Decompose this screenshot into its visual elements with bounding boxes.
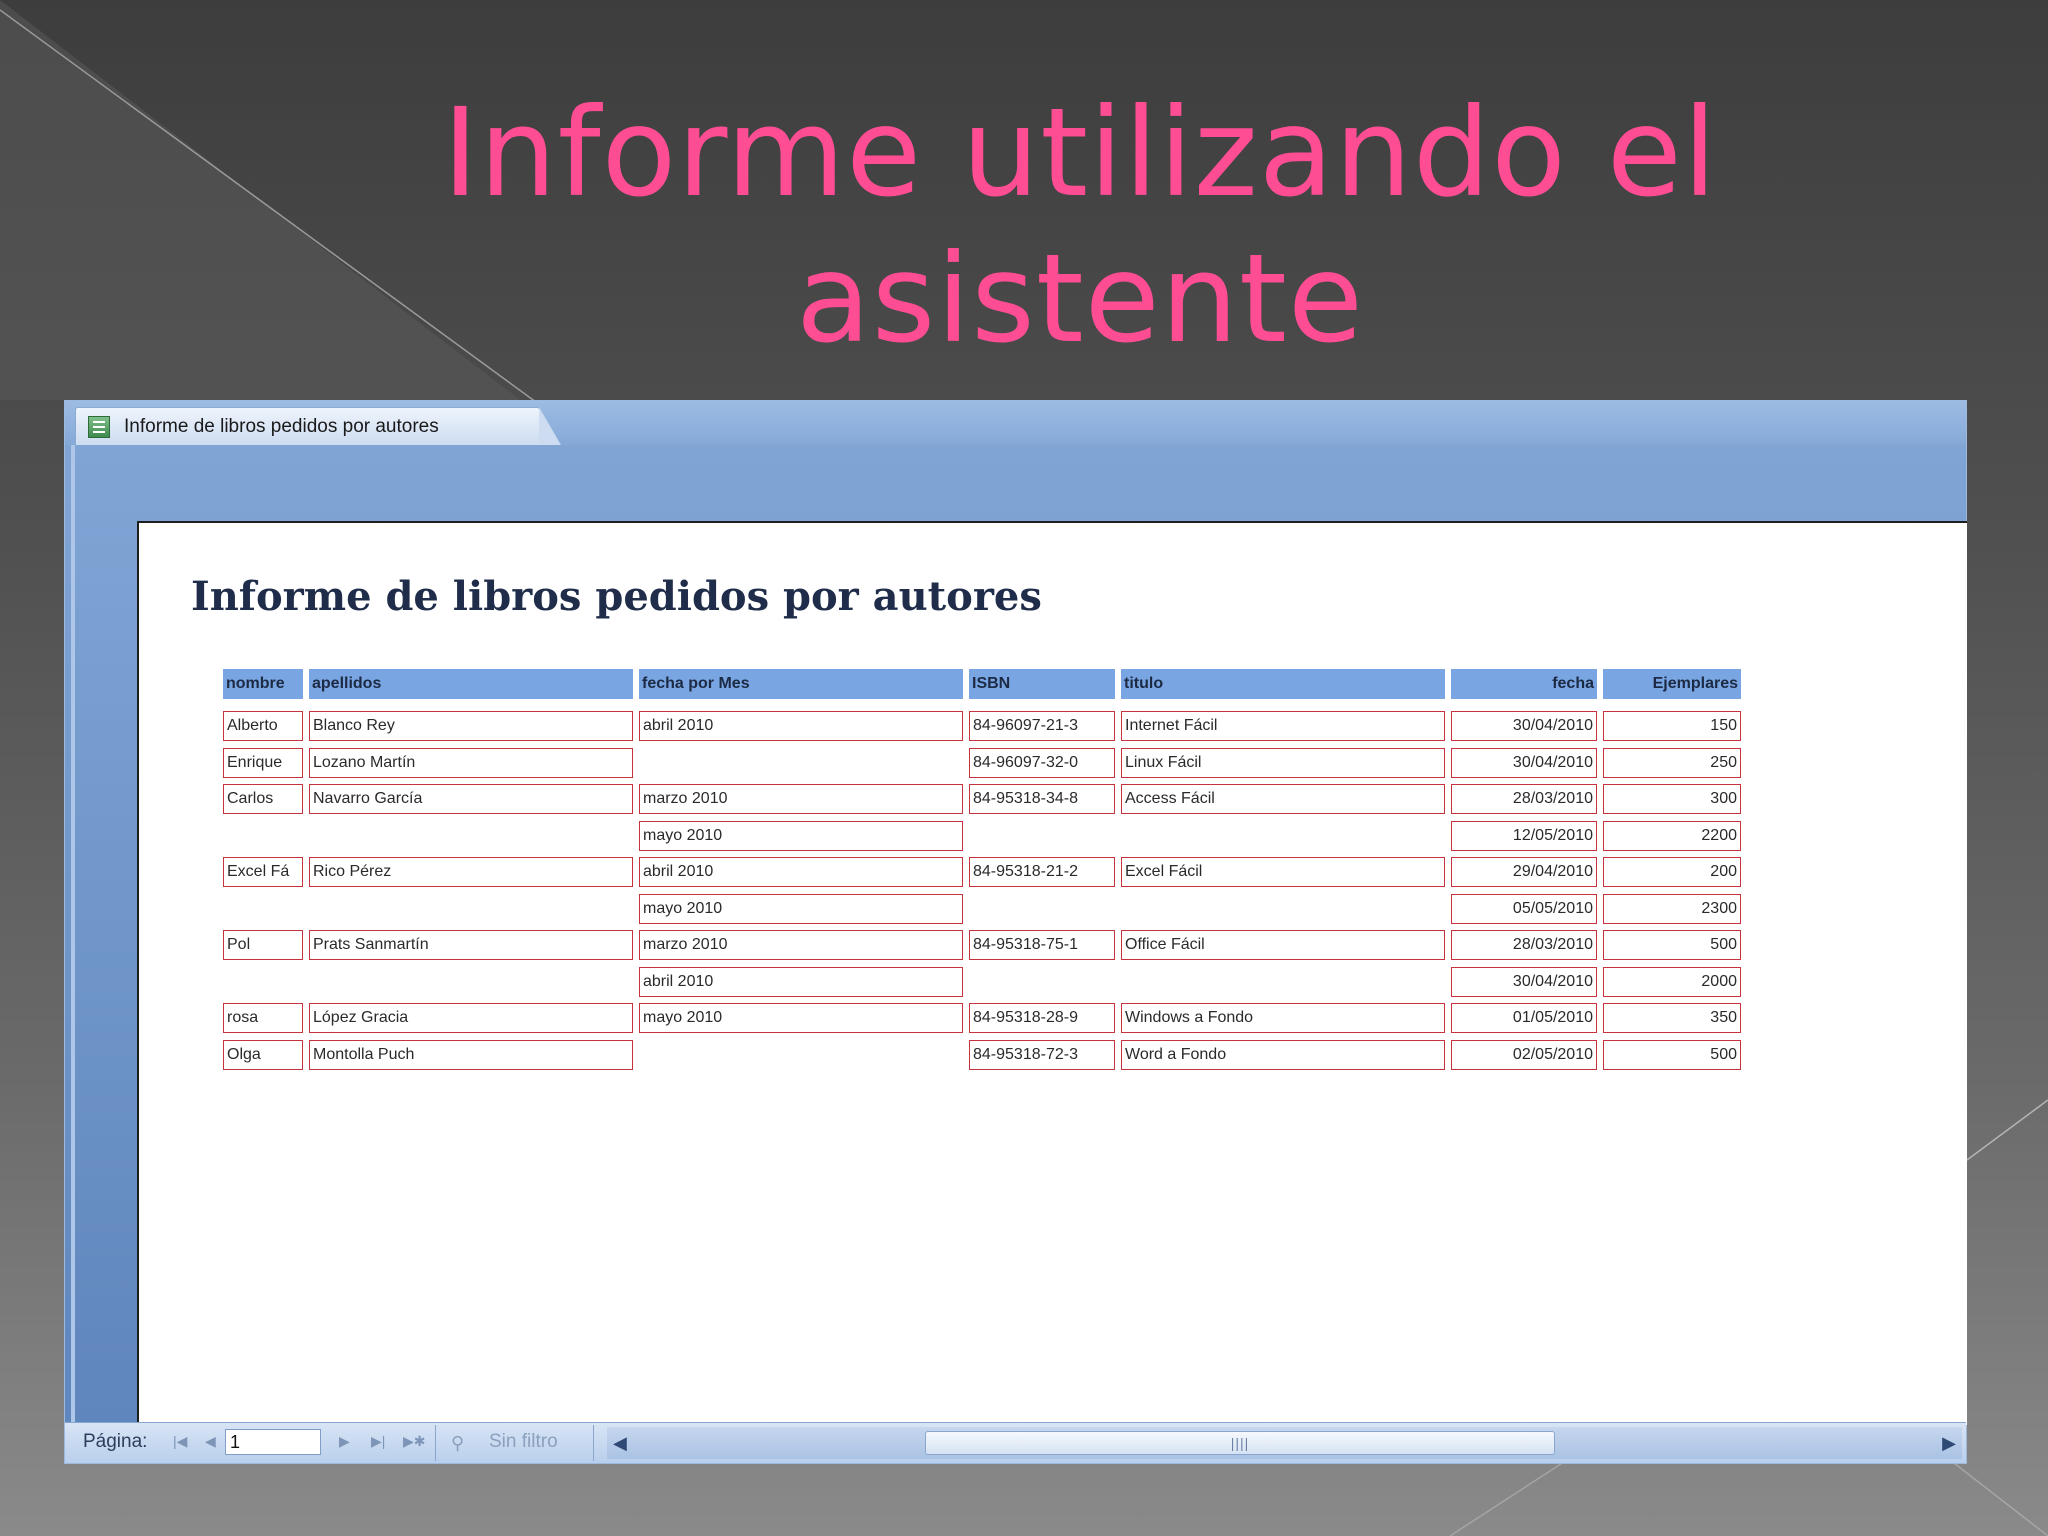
slide-title-line1: Informe utilizando el <box>442 82 1718 224</box>
left-edge-strip <box>71 445 75 1425</box>
record-navigation-bar: Página: |◀ ◀ 1 ▶ ▶| ▶✱ ⚲ Sin filtro ◀ ||… <box>65 1422 1966 1463</box>
new-record-icon[interactable]: ▶✱ <box>403 1433 426 1450</box>
column-header-isbn: ISBN <box>969 669 1115 699</box>
horizontal-scrollbar[interactable]: ◀ |||| ▶ <box>607 1427 1962 1459</box>
cell-mes: marzo 2010 <box>639 930 963 960</box>
next-page-icon[interactable]: ▶ <box>339 1433 350 1450</box>
column-header-ejemplares: Ejemplares <box>1603 669 1741 699</box>
cell-isbn: 84-95318-72-3 <box>969 1039 1115 1070</box>
cell-apellidos: Rico Pérez <box>309 857 633 887</box>
cell-titulo: Word a Fondo <box>1121 1039 1445 1070</box>
cell-ejemplares: 350 <box>1603 1003 1741 1033</box>
cell-nombre: Enrique <box>223 747 303 778</box>
cell-nombre: rosa <box>223 1003 303 1033</box>
cell-titulo: Excel Fácil <box>1121 857 1445 887</box>
page-number-input[interactable]: 1 <box>225 1429 321 1455</box>
cell-nombre: Pol <box>223 930 303 960</box>
cell-mes: mayo 2010 <box>639 893 963 924</box>
cell-nombre: Excel Fá <box>223 857 303 887</box>
slide-title-line2: asistente <box>796 228 1364 370</box>
cell-nombre: Carlos <box>223 784 303 814</box>
cell-isbn: 84-95318-75-1 <box>969 930 1115 960</box>
cell-ejemplares: 250 <box>1603 747 1741 778</box>
cell-ejemplares: 2300 <box>1603 893 1741 924</box>
cell-nombre: Alberto <box>223 711 303 741</box>
report-icon <box>88 415 110 438</box>
report-title: Informe de libros pedidos por autores <box>191 573 1042 620</box>
filter-icon: ⚲ <box>451 1433 465 1453</box>
cell-titulo: Linux Fácil <box>1121 747 1445 778</box>
cell-fecha: 12/05/2010 <box>1451 820 1597 851</box>
cell-apellidos: Lozano Martín <box>309 747 633 778</box>
cell-fecha: 02/05/2010 <box>1451 1039 1597 1070</box>
cell-fecha: 30/04/2010 <box>1451 966 1597 997</box>
cell-fecha: 30/04/2010 <box>1451 711 1597 741</box>
cell-ejemplares: 200 <box>1603 857 1741 887</box>
cell-isbn: 84-95318-28-9 <box>969 1003 1115 1033</box>
cell-ejemplares: 500 <box>1603 1039 1741 1070</box>
document-tab-bar: Informe de libros pedidos por autores <box>65 401 1966 446</box>
cell-apellidos: Prats Sanmartín <box>309 930 633 960</box>
cell-apellidos: Navarro García <box>309 784 633 814</box>
last-page-icon[interactable]: ▶| <box>371 1433 385 1450</box>
scroll-left-icon[interactable]: ◀ <box>613 1433 627 1454</box>
cell-isbn: 84-96097-32-0 <box>969 747 1115 778</box>
cell-fecha: 05/05/2010 <box>1451 893 1597 924</box>
scroll-right-icon[interactable]: ▶ <box>1942 1433 1956 1454</box>
cell-fecha: 01/05/2010 <box>1451 1003 1597 1033</box>
cell-nombre: Olga <box>223 1039 303 1070</box>
cell-ejemplares: 2200 <box>1603 820 1741 851</box>
column-header-fecha: fecha <box>1451 669 1597 699</box>
cell-fecha: 30/04/2010 <box>1451 747 1597 778</box>
cell-mes: marzo 2010 <box>639 784 963 814</box>
cell-mes: abril 2010 <box>639 966 963 997</box>
filter-status-button[interactable]: Sin filtro <box>489 1431 558 1453</box>
cell-titulo: Office Fácil <box>1121 930 1445 960</box>
access-report-window: Informe de libros pedidos por autores In… <box>64 400 1967 1464</box>
cell-isbn: 84-95318-34-8 <box>969 784 1115 814</box>
separator <box>593 1425 594 1461</box>
report-preview-area: Informe de libros pedidos por autores no… <box>65 445 1967 1425</box>
column-header-titulo: titulo <box>1121 669 1445 699</box>
tab-edge <box>539 407 561 445</box>
first-page-icon[interactable]: |◀ <box>173 1433 187 1450</box>
cell-fecha: 29/04/2010 <box>1451 857 1597 887</box>
column-header-apellidos: apellidos <box>309 669 633 699</box>
cell-titulo: Access Fácil <box>1121 784 1445 814</box>
cell-mes: abril 2010 <box>639 857 963 887</box>
column-header-nombre: nombre <box>223 669 303 699</box>
cell-apellidos: Blanco Rey <box>309 711 633 741</box>
slide-title: Informe utilizando el asistente <box>380 80 1780 372</box>
cell-mes: mayo 2010 <box>639 1003 963 1033</box>
cell-fecha: 28/03/2010 <box>1451 930 1597 960</box>
scroll-thumb[interactable]: |||| <box>925 1431 1555 1455</box>
cell-ejemplares: 150 <box>1603 711 1741 741</box>
tab-report[interactable]: Informe de libros pedidos por autores <box>75 407 540 445</box>
cell-ejemplares: 500 <box>1603 930 1741 960</box>
cell-ejemplares: 300 <box>1603 784 1741 814</box>
cell-isbn: 84-96097-21-3 <box>969 711 1115 741</box>
cell-isbn: 84-95318-21-2 <box>969 857 1115 887</box>
cell-titulo: Internet Fácil <box>1121 711 1445 741</box>
separator <box>435 1425 436 1461</box>
cell-ejemplares: 2000 <box>1603 966 1741 997</box>
cell-mes: abril 2010 <box>639 711 963 741</box>
cell-fecha: 28/03/2010 <box>1451 784 1597 814</box>
column-header-mes: fecha por Mes <box>639 669 963 699</box>
page-label: Página: <box>83 1431 148 1452</box>
cell-apellidos: López Gracia <box>309 1003 633 1033</box>
cell-titulo: Windows a Fondo <box>1121 1003 1445 1033</box>
cell-apellidos: Montolla Puch <box>309 1039 633 1070</box>
report-page: Informe de libros pedidos por autores no… <box>137 521 1967 1425</box>
tab-report-label: Informe de libros pedidos por autores <box>124 415 439 437</box>
cell-mes: mayo 2010 <box>639 820 963 851</box>
previous-page-icon[interactable]: ◀ <box>205 1433 216 1450</box>
